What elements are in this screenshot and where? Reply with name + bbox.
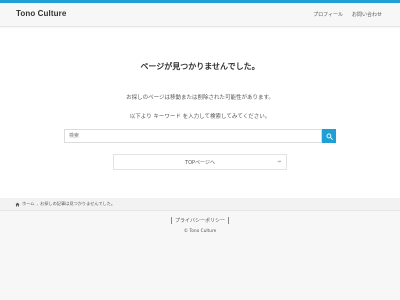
breadcrumb-bar: ホーム › お探しの記事は見つかりませんでした。 — [0, 198, 400, 211]
main-content: ページが見つかりませんでした。 お探しのページは移動または削除された可能性があり… — [0, 28, 400, 198]
top-page-button[interactable]: TOPページへ → — [113, 154, 287, 170]
site-title[interactable]: Tono Culture — [16, 9, 66, 18]
search-hint-message: 以下より キーワード を入力して検索してみてください。 — [129, 114, 271, 120]
arrow-right-icon: → — [276, 159, 281, 165]
site-header: Tono Culture プロフィール お問い合わせ — [0, 3, 400, 27]
nav-item-contact[interactable]: お問い合わせ — [352, 11, 382, 18]
breadcrumb-home[interactable]: ホーム — [22, 201, 34, 207]
search-input[interactable] — [64, 129, 322, 143]
chevron-right-icon: › — [36, 201, 39, 207]
not-found-message: お探しのページは移動または削除された可能性があります。 — [126, 95, 274, 101]
search-icon — [326, 133, 333, 140]
breadcrumb-current: お探しの記事は見つかりませんでした。 — [40, 201, 116, 206]
global-nav: プロフィール お問い合わせ — [313, 11, 382, 18]
nav-item-profile[interactable]: プロフィール — [313, 11, 343, 18]
page-title: ページが見つかりませんでした。 — [140, 62, 260, 71]
search-button[interactable] — [322, 129, 336, 143]
copyright: © Tono Culture — [183, 229, 217, 234]
home-icon — [15, 202, 20, 206]
footer-links: プライバシーポリシー — [0, 217, 400, 224]
breadcrumb: ホーム › お探しの記事は見つかりませんでした。 — [15, 201, 115, 207]
privacy-policy-link[interactable]: プライバシーポリシー — [171, 217, 229, 224]
search-form — [64, 129, 336, 143]
top-page-label: TOPページへ — [185, 159, 215, 166]
